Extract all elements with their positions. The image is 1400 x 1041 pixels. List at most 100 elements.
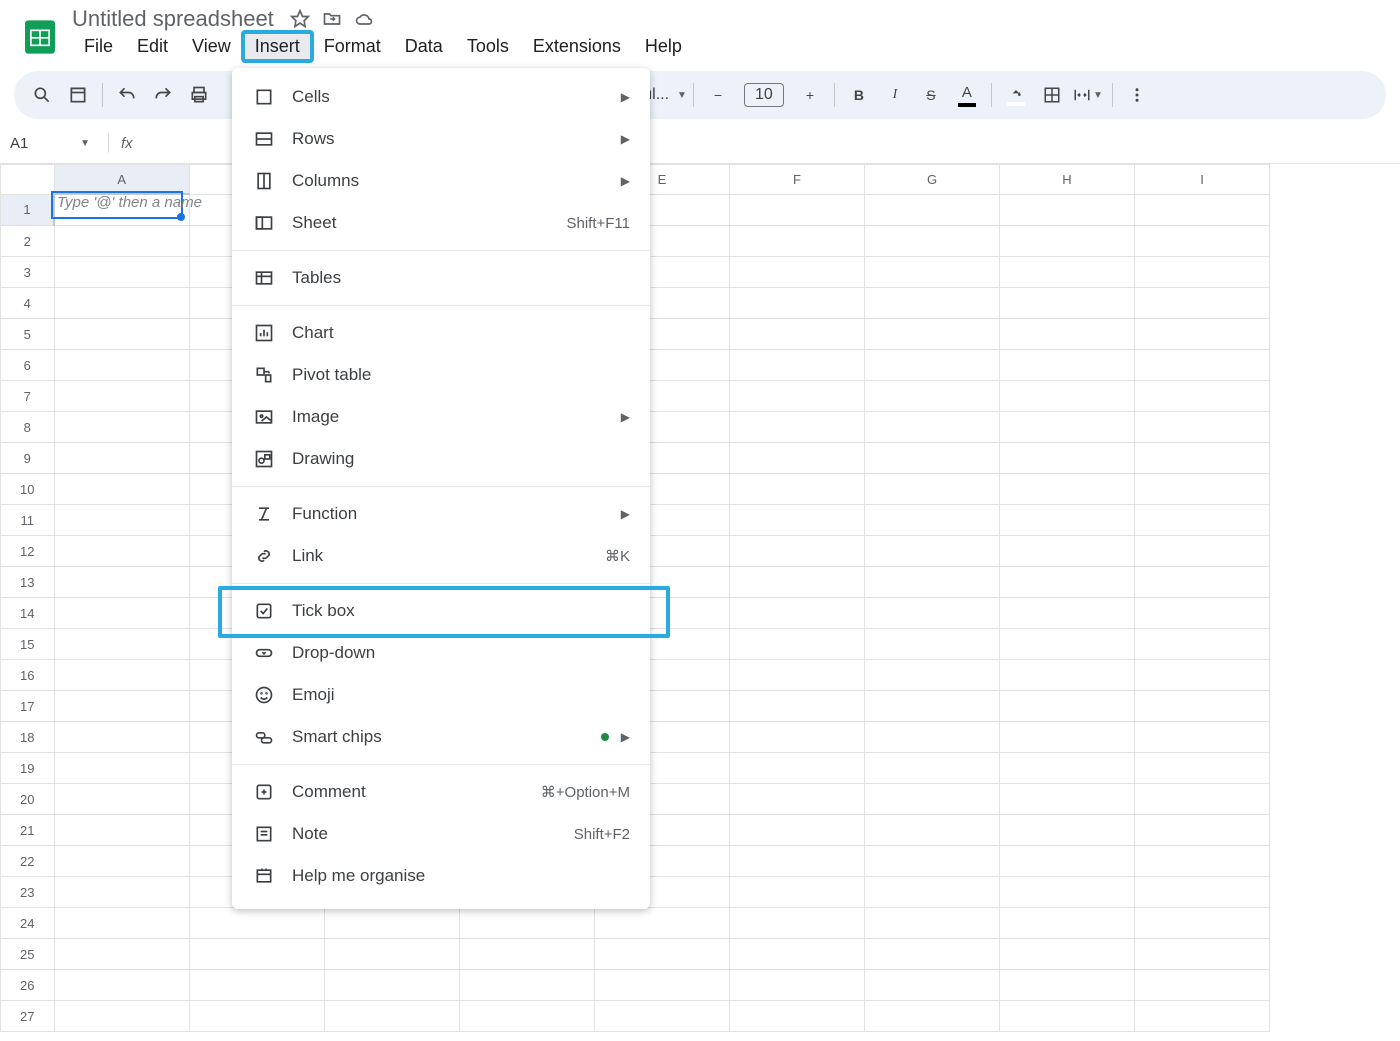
cell[interactable]: [54, 753, 190, 784]
cell[interactable]: [1000, 412, 1135, 443]
insert-menu-help-me-organise[interactable]: Help me organise: [232, 855, 650, 897]
cell[interactable]: [1000, 660, 1135, 691]
cell[interactable]: [54, 381, 190, 412]
cell[interactable]: [865, 691, 1000, 722]
cell[interactable]: [730, 598, 865, 629]
cell[interactable]: [730, 815, 865, 846]
cell[interactable]: [1135, 753, 1270, 784]
cell[interactable]: [54, 660, 190, 691]
insert-menu-drawing[interactable]: Drawing: [232, 438, 650, 480]
cell[interactable]: [54, 505, 190, 536]
cell[interactable]: [1135, 350, 1270, 381]
cell[interactable]: [1135, 1001, 1270, 1032]
cell[interactable]: [54, 908, 190, 939]
cell[interactable]: [865, 412, 1000, 443]
row-header[interactable]: 22: [1, 846, 55, 877]
redo-icon[interactable]: [147, 79, 179, 111]
cell[interactable]: [595, 908, 730, 939]
row-header[interactable]: 12: [1, 536, 55, 567]
row-header[interactable]: 10: [1, 474, 55, 505]
cell[interactable]: [730, 257, 865, 288]
menu-file[interactable]: File: [72, 32, 125, 61]
bold-button[interactable]: B: [843, 79, 875, 111]
cell[interactable]: [865, 629, 1000, 660]
insert-menu-emoji[interactable]: Emoji: [232, 674, 650, 716]
cell[interactable]: [865, 846, 1000, 877]
text-color-button[interactable]: A: [951, 79, 983, 111]
menu-extensions[interactable]: Extensions: [521, 32, 633, 61]
row-header[interactable]: 19: [1, 753, 55, 784]
cell[interactable]: [54, 443, 190, 474]
menu-view[interactable]: View: [180, 32, 243, 61]
cell[interactable]: [1135, 505, 1270, 536]
cell[interactable]: [325, 908, 460, 939]
insert-menu-pivot-table[interactable]: Pivot table: [232, 354, 650, 396]
cell[interactable]: [1135, 226, 1270, 257]
insert-menu-smart-chips[interactable]: Smart chips▶: [232, 716, 650, 758]
cell[interactable]: [865, 970, 1000, 1001]
cell[interactable]: [865, 350, 1000, 381]
insert-menu-drop-down[interactable]: Drop-down: [232, 632, 650, 674]
cell[interactable]: [730, 412, 865, 443]
cell[interactable]: [54, 412, 190, 443]
cell[interactable]: [1135, 443, 1270, 474]
column-header[interactable]: A: [54, 165, 190, 195]
column-header[interactable]: G: [865, 165, 1000, 195]
insert-menu-tables[interactable]: Tables: [232, 257, 650, 299]
select-all-corner[interactable]: [1, 165, 55, 195]
row-header[interactable]: 16: [1, 660, 55, 691]
insert-menu-sheet[interactable]: SheetShift+F11: [232, 202, 650, 244]
cell[interactable]: [1000, 257, 1135, 288]
more-tools-button[interactable]: [1121, 79, 1153, 111]
cell[interactable]: [865, 877, 1000, 908]
cell[interactable]: [865, 288, 1000, 319]
cell[interactable]: [1000, 598, 1135, 629]
cell[interactable]: [1000, 505, 1135, 536]
row-header[interactable]: 17: [1, 691, 55, 722]
row-header[interactable]: 25: [1, 939, 55, 970]
cell[interactable]: [325, 939, 460, 970]
cell[interactable]: [730, 877, 865, 908]
cell[interactable]: [865, 194, 1000, 226]
fill-color-button[interactable]: [1000, 79, 1032, 111]
cell[interactable]: [1135, 784, 1270, 815]
cell[interactable]: [1000, 1001, 1135, 1032]
row-header[interactable]: 4: [1, 288, 55, 319]
cell[interactable]: [865, 257, 1000, 288]
cell[interactable]: [1000, 319, 1135, 350]
cloud-status-icon[interactable]: [354, 9, 374, 29]
cell[interactable]: [730, 474, 865, 505]
cell[interactable]: [1135, 288, 1270, 319]
cell[interactable]: [54, 226, 190, 257]
insert-menu-link[interactable]: Link⌘K: [232, 535, 650, 577]
row-header[interactable]: 21: [1, 815, 55, 846]
cell[interactable]: [1000, 629, 1135, 660]
cell[interactable]: [865, 815, 1000, 846]
cell[interactable]: [730, 319, 865, 350]
cell[interactable]: [190, 970, 325, 1001]
row-header[interactable]: 1: [1, 194, 55, 226]
star-icon[interactable]: [290, 9, 310, 29]
menu-insert[interactable]: Insert: [243, 32, 312, 61]
cell[interactable]: [730, 970, 865, 1001]
cell[interactable]: [1000, 474, 1135, 505]
menu-help[interactable]: Help: [633, 32, 694, 61]
cell[interactable]: [1135, 194, 1270, 226]
cell[interactable]: [54, 257, 190, 288]
cell[interactable]: [1135, 629, 1270, 660]
cell[interactable]: [595, 1001, 730, 1032]
cell[interactable]: [1135, 257, 1270, 288]
insert-menu-note[interactable]: NoteShift+F2: [232, 813, 650, 855]
cell[interactable]: [730, 784, 865, 815]
font-size-decrease-button[interactable]: −: [702, 79, 734, 111]
cell[interactable]: [54, 846, 190, 877]
cell[interactable]: [54, 194, 190, 226]
cell[interactable]: [865, 939, 1000, 970]
cell[interactable]: [190, 908, 325, 939]
move-folder-icon[interactable]: [322, 9, 342, 29]
cell[interactable]: [54, 567, 190, 598]
borders-button[interactable]: [1036, 79, 1068, 111]
cell[interactable]: [865, 598, 1000, 629]
cell[interactable]: [1000, 877, 1135, 908]
cell[interactable]: [325, 1001, 460, 1032]
